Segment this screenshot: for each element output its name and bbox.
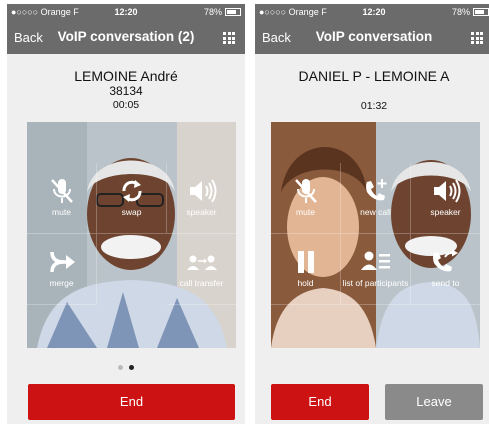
- new-call-button[interactable]: new call: [341, 163, 411, 234]
- speaker-icon: [189, 179, 216, 203]
- battery-percent: 78%: [451, 7, 470, 17]
- keypad-grid-icon[interactable]: [223, 32, 235, 44]
- phone-screen-conference: ●○○○○ Orange F 12:20 78% Back VoIP conve…: [255, 4, 489, 424]
- merge-label: merge: [49, 278, 74, 288]
- call-controls-grid: mute new call speaker hold list of parti…: [271, 163, 480, 339]
- battery-indicator: 78%: [204, 7, 241, 17]
- battery-icon: [473, 8, 489, 16]
- page-dot-1[interactable]: [118, 365, 123, 370]
- speaker-button[interactable]: speaker: [411, 163, 480, 234]
- speaker-label: speaker: [186, 207, 217, 217]
- battery-percent: 78%: [203, 7, 222, 17]
- send-to-button[interactable]: send to: [411, 234, 480, 305]
- speaker-button[interactable]: speaker: [167, 163, 236, 234]
- muted-mic-icon: [294, 179, 317, 203]
- page-indicator: [7, 357, 245, 375]
- call-transfer-icon: [186, 255, 217, 270]
- call-duration: 01:32: [360, 100, 388, 112]
- participants-list-button[interactable]: list of participants: [341, 234, 411, 305]
- participants-photo: mute new call speaker hold list of parti…: [271, 122, 480, 348]
- caller-name: LEMOINE André: [74, 68, 178, 84]
- page-title: VoIP conversation: [315, 29, 433, 44]
- battery-indicator: 78%: [452, 7, 489, 17]
- call-transfer-label: call transfer: [179, 278, 224, 288]
- participants-list-label: list of participants: [342, 278, 409, 288]
- caller-number: 38134: [109, 84, 143, 98]
- swap-label: swap: [121, 207, 142, 217]
- call-transfer-button[interactable]: call transfer: [167, 234, 236, 305]
- send-to-label: send to: [431, 278, 460, 288]
- participants-list-icon: [360, 251, 390, 270]
- keypad-grid-icon[interactable]: [471, 32, 483, 44]
- caller-photo: mute swap speaker merge call transfer: [27, 122, 236, 348]
- page-dot-2-active[interactable]: [129, 365, 134, 370]
- mute-label: mute: [296, 207, 315, 217]
- speaker-icon: [433, 179, 460, 203]
- muted-mic-icon: [50, 179, 73, 203]
- status-bar: ●○○○○ Orange F 12:20 78%: [255, 4, 489, 20]
- hold-label: hold: [297, 278, 314, 288]
- page-title: VoIP conversation (2): [57, 29, 195, 44]
- status-bar: ●○○○○ Orange F 12:20 78%: [7, 4, 245, 20]
- end-call-button[interactable]: End: [271, 384, 369, 420]
- merge-icon: [49, 251, 75, 273]
- hold-button[interactable]: hold: [271, 234, 341, 305]
- end-call-button[interactable]: End: [28, 384, 235, 420]
- send-to-icon: [432, 249, 458, 272]
- merge-button[interactable]: merge: [27, 234, 97, 305]
- call-controls-grid: mute swap speaker merge call transfer: [27, 163, 236, 339]
- call-duration: 00:05: [112, 99, 140, 111]
- conference-participants-name: DANIEL P - LEMOINE A: [298, 68, 450, 84]
- mute-button[interactable]: mute: [27, 163, 97, 234]
- mute-label: mute: [52, 207, 71, 217]
- mute-button[interactable]: mute: [271, 163, 341, 234]
- nav-bar: Back VoIP conversation (2): [7, 20, 245, 54]
- leave-conference-button[interactable]: Leave: [385, 384, 483, 420]
- phone-screen-conference-switch: ●○○○○ Orange F 12:20 78% Back VoIP conve…: [7, 4, 245, 424]
- swap-button[interactable]: swap: [97, 163, 167, 234]
- speaker-label: speaker: [430, 207, 461, 217]
- new-call-icon: [365, 179, 386, 201]
- new-call-label: new call: [360, 207, 391, 217]
- swap-icon: [121, 180, 142, 202]
- battery-icon: [225, 8, 241, 16]
- nav-bar: Back VoIP conversation: [255, 20, 489, 54]
- pause-icon: [297, 251, 314, 273]
